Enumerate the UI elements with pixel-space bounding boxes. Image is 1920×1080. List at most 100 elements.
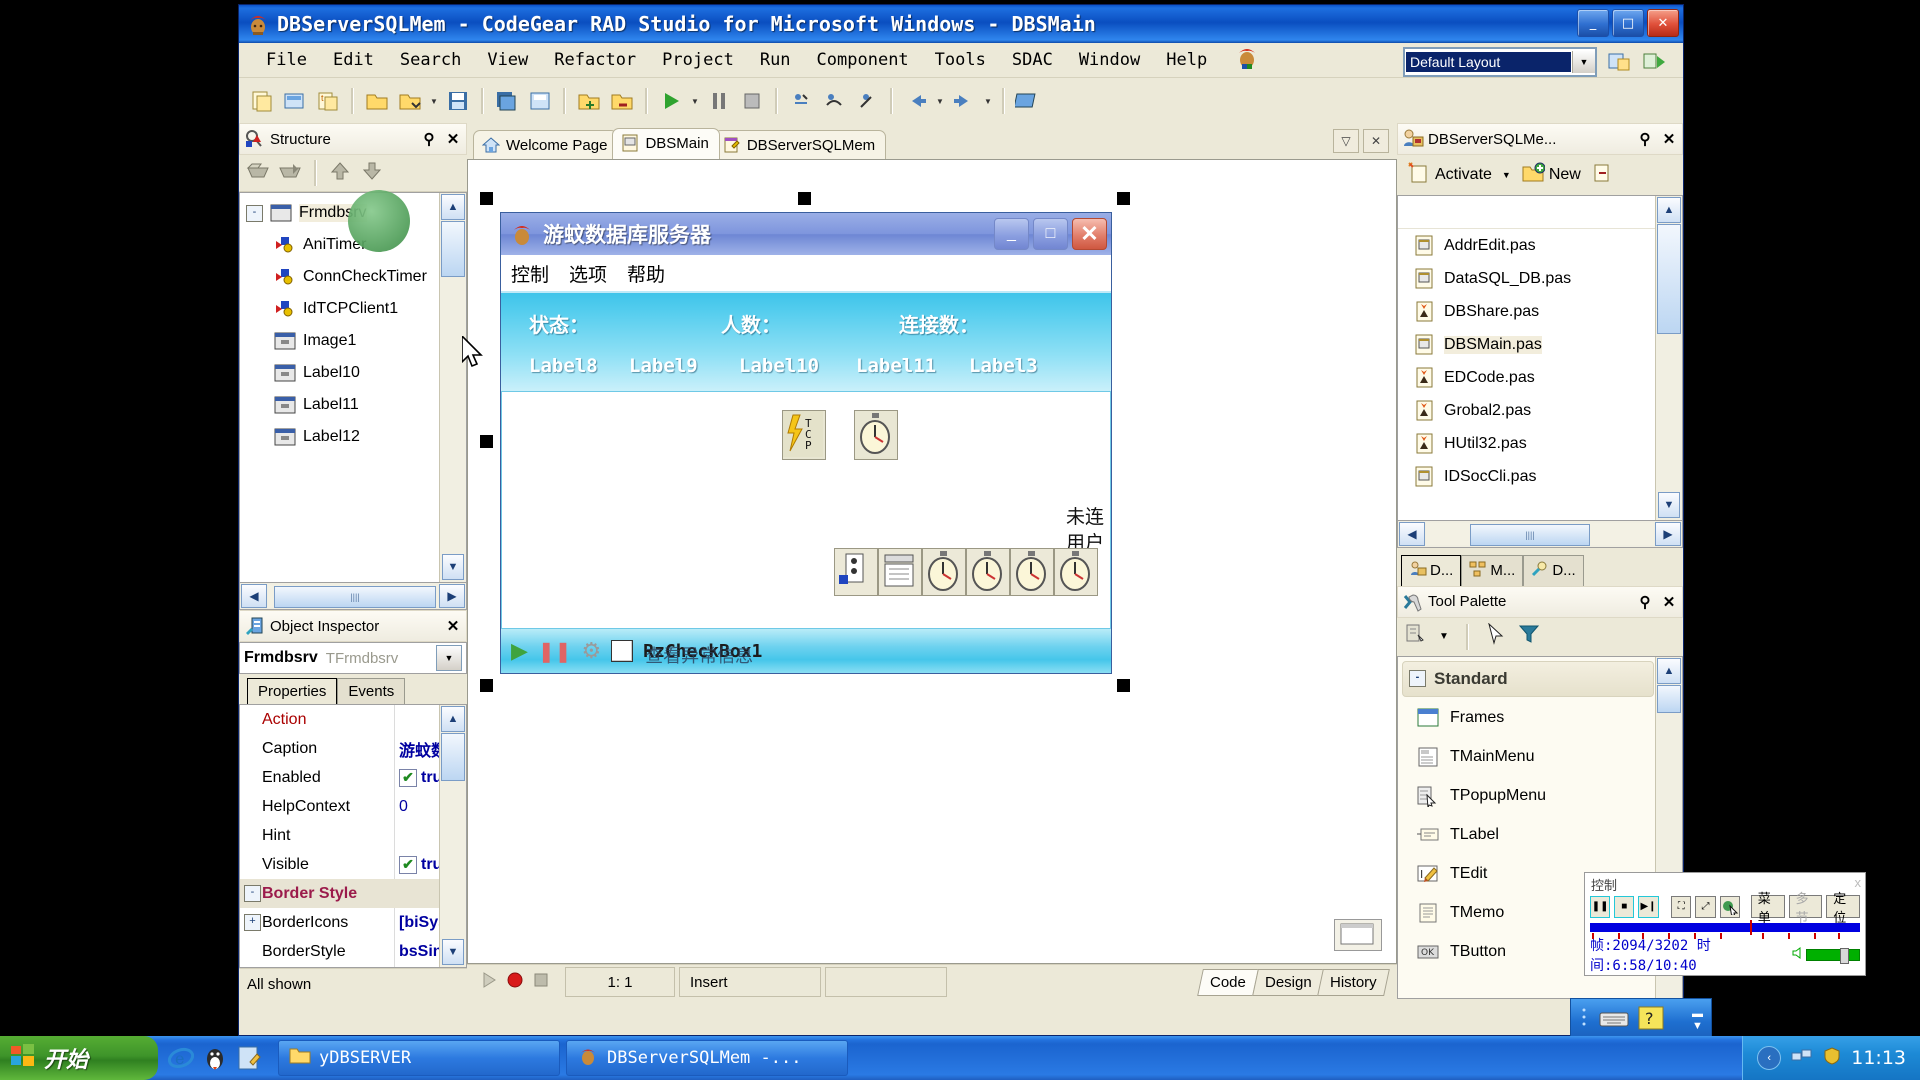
project-file-dbsmain[interactable]: DBSMain.pas (1398, 328, 1682, 361)
stop-button[interactable]: ■ (1614, 895, 1635, 918)
resize-handle-n[interactable] (798, 192, 811, 205)
taskbar-clock[interactable]: 11:13 (1851, 1047, 1906, 1069)
scroll-up-button[interactable]: ▲ (1657, 657, 1681, 684)
new-file-icon[interactable] (247, 86, 277, 116)
oi-vertical-scrollbar[interactable]: ▲ ▼ (439, 705, 466, 967)
tree-node-image1[interactable]: Image1 (240, 325, 466, 357)
object-selector[interactable]: Frmdbsrv TFrmdbsrv ▼ (239, 642, 467, 674)
activate-dropdown-icon[interactable]: ▼ (1502, 170, 1511, 180)
save-layout-icon[interactable] (1607, 51, 1631, 78)
ime-expander[interactable]: ▬ ▼ (1692, 1008, 1711, 1032)
menu-search[interactable]: Search (387, 47, 474, 73)
scroll-down-button[interactable]: ▼ (442, 939, 464, 965)
scroll-up-button[interactable]: ▲ (441, 194, 465, 220)
pin-icon[interactable]: ⚲ (420, 130, 438, 148)
property-row-visible[interactable]: Visible ✔ true (240, 850, 466, 879)
structure-tree[interactable]: ▲ ▼ - Frmdbsrv AniTimer ConnCheckTimer I… (239, 192, 467, 583)
property-row-bordericons[interactable]: + BorderIcons [biSystemMenu (240, 908, 466, 937)
locate-button[interactable]: 定位 (1826, 892, 1860, 926)
player-close-icon[interactable]: x (1855, 875, 1862, 890)
tree-node-idtcpclient1[interactable]: IdTCPClient1 (240, 293, 466, 325)
scroll-thumb[interactable] (1657, 684, 1681, 713)
tray-shield-icon[interactable] (1823, 1046, 1841, 1070)
menu-project[interactable]: Project (649, 47, 747, 73)
volume-slider[interactable] (1806, 948, 1860, 964)
dock-tab-model-view[interactable]: M... (1461, 554, 1524, 586)
scroll-thumb[interactable]: |||| (274, 586, 436, 608)
scroll-thumb[interactable] (1657, 224, 1681, 334)
keyboard-icon[interactable] (1599, 1006, 1629, 1035)
pause-icon[interactable]: ❚❚ (538, 639, 572, 664)
structure-vertical-scrollbar[interactable]: ▲ ▼ (439, 193, 466, 582)
gear-icon[interactable]: ⚙ (581, 638, 601, 664)
play-icon[interactable]: ▶ (511, 638, 528, 664)
chevron-down-icon[interactable]: ▼ (1439, 631, 1449, 642)
project-file-edcode[interactable]: EDCode.pas (1398, 361, 1682, 394)
scroll-up-button[interactable]: ▲ (441, 706, 465, 732)
back-dropdown[interactable]: ▼ (934, 86, 946, 116)
object-inspector-grid[interactable]: ▲ ▼ Action Caption 游蚊数据库服务器 (239, 704, 467, 968)
breakpoint-icon[interactable] (507, 971, 523, 994)
run-icon[interactable] (656, 86, 686, 116)
save-icon[interactable] (443, 86, 473, 116)
resize-handle-w[interactable] (480, 435, 493, 448)
forward-icon[interactable] (949, 86, 979, 116)
timer-icon[interactable] (1054, 548, 1098, 596)
popup-menu-icon[interactable] (834, 548, 878, 596)
pin-icon[interactable]: ⚲ (1636, 593, 1654, 611)
tab-properties[interactable]: Properties (247, 678, 338, 704)
tab-events[interactable]: Events (337, 678, 406, 704)
minimize-button[interactable]: _ (1577, 9, 1609, 37)
tab-list-button[interactable]: ▽ (1333, 129, 1359, 153)
project-file-dbshare[interactable]: DBShare.pas (1398, 295, 1682, 328)
scroll-right-button[interactable]: ▶ (1655, 521, 1681, 546)
maximize-button[interactable]: □ (1612, 9, 1644, 37)
form-client-area[interactable]: TCP 未连 用户 (501, 391, 1111, 629)
step-over-icon[interactable] (819, 86, 849, 116)
project-horizontal-scrollbar[interactable]: ◀ |||| ▶ (1397, 520, 1683, 548)
project-file-tree[interactable]: ▲ ▼ AddrEdit.pas DataSQL_DB.pas DBShare.… (1397, 195, 1683, 521)
menu-help[interactable]: Help (1153, 47, 1220, 73)
close-icon[interactable]: ✕ (1660, 593, 1678, 611)
project-file-grobal2[interactable]: Grobal2.pas (1398, 394, 1682, 427)
property-row-helpcontext[interactable]: HelpContext 0 (240, 792, 466, 821)
palette-options-icon[interactable] (1405, 623, 1427, 650)
run-layout-icon[interactable] (1641, 51, 1667, 78)
project-file-datasql-db[interactable]: DataSQL_DB.pas (1398, 262, 1682, 295)
menu-file[interactable]: File (253, 47, 320, 73)
menu-tools[interactable]: Tools (922, 47, 999, 73)
project-file-addredit[interactable]: AddrEdit.pas (1398, 229, 1682, 262)
move-down-icon[interactable] (358, 159, 386, 188)
scroll-left-button[interactable]: ◀ (241, 584, 267, 608)
editor-icon[interactable] (236, 1045, 262, 1071)
nonvisual-component-tray[interactable] (834, 548, 1098, 596)
volume-knob[interactable] (1840, 948, 1849, 964)
open-recent-icon[interactable] (395, 86, 425, 116)
menu-sdac[interactable]: SDAC (999, 47, 1066, 73)
resize-handle-ne[interactable] (1117, 192, 1130, 205)
resize-handle-nw[interactable] (480, 192, 493, 205)
taskbar-item-dbserversqlmem[interactable]: DBServerSQLMem -... (566, 1040, 848, 1076)
palette-item-tlabel[interactable]: TLabel (1398, 816, 1682, 855)
tab-dbserversqlmem[interactable]: DBServerSQLMem (713, 130, 887, 159)
checkbox-checked-icon[interactable]: ✔ (399, 768, 417, 787)
fullscreen-button[interactable]: ⤢ (1695, 895, 1716, 918)
resize-handle-sw[interactable] (480, 679, 493, 692)
form-selection[interactable]: 游蚊数据库服务器 _ □ ✕ 控制 选项 帮助 状态： 人数： 连接数： Lab… (480, 192, 1130, 692)
close-icon[interactable]: ✕ (444, 617, 462, 635)
dock-tab-project-manager[interactable]: D... (1401, 554, 1462, 586)
tray-expand-icon[interactable]: ‹ (1757, 1046, 1782, 1070)
stop-status-icon[interactable] (533, 971, 549, 994)
property-row-action[interactable]: Action (240, 705, 466, 734)
ie-icon[interactable]: e (167, 1045, 195, 1071)
menu-component[interactable]: Component (804, 47, 922, 73)
scroll-right-button[interactable]: ▶ (439, 584, 465, 608)
pointer-icon[interactable] (1486, 622, 1506, 650)
forward-dropdown[interactable]: ▼ (982, 86, 994, 116)
timer-icon[interactable] (922, 548, 966, 596)
menu-button[interactable]: 菜单 (1750, 892, 1785, 926)
scroll-down-button[interactable]: ▼ (442, 554, 464, 580)
remove-button-icon[interactable] (1591, 162, 1613, 189)
chevron-down-icon[interactable]: ▼ (1572, 51, 1595, 73)
form-close-button[interactable]: ✕ (1072, 218, 1107, 250)
